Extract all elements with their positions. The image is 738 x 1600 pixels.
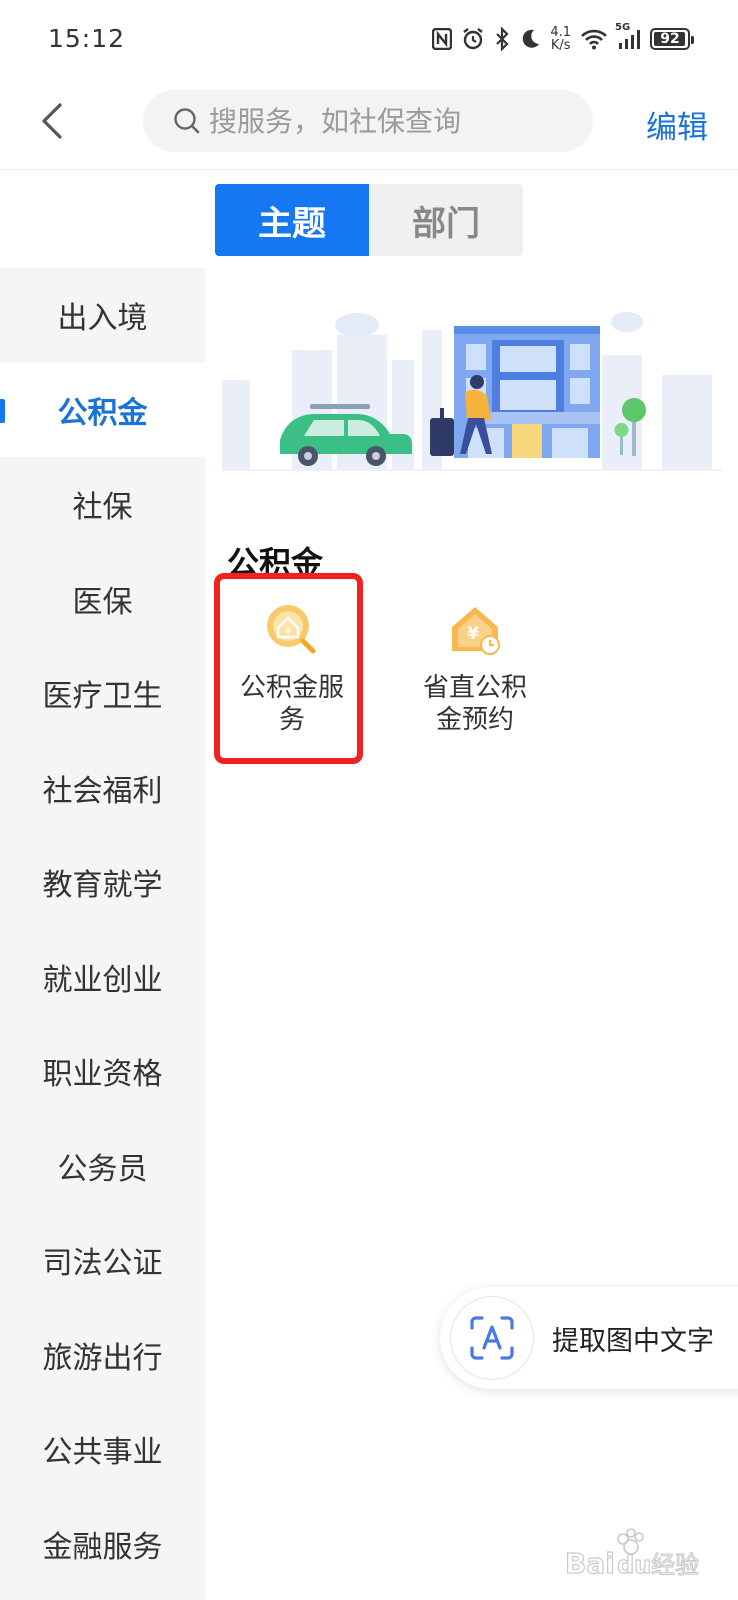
net-speed: 4.1 K/s bbox=[550, 26, 571, 52]
baidu-watermark-logo: Bai du 经验 bbox=[564, 1525, 725, 1585]
sidebar-item-medical-insurance[interactable]: 医保 bbox=[0, 552, 205, 647]
highlight-box bbox=[214, 573, 363, 764]
battery-icon: 92 bbox=[650, 28, 694, 50]
sidebar-item-education[interactable]: 教育就学 bbox=[0, 835, 205, 930]
sidebar-item-social-welfare[interactable]: 社会福利 bbox=[0, 741, 205, 836]
net-speed-unit: K/s bbox=[550, 38, 571, 53]
sidebar: 出入境 公积金 社保 医保 医疗卫生 社会福利 教育就学 就业创业 职业资格 公… bbox=[0, 268, 205, 1600]
wifi-icon bbox=[580, 28, 608, 50]
status-time: 15:12 bbox=[48, 24, 126, 53]
bluetooth-icon bbox=[494, 27, 510, 51]
header: 编辑 bbox=[0, 80, 738, 170]
housing-fund-appointment-icon: ¥ bbox=[445, 600, 505, 660]
sidebar-item-employment[interactable]: 就业创业 bbox=[0, 930, 205, 1025]
svg-text:Bai: Bai bbox=[565, 1547, 615, 1580]
svg-text:du: du bbox=[617, 1551, 651, 1579]
sidebar-item-financial-services[interactable]: 金融服务 bbox=[0, 1497, 205, 1592]
sidebar-item-public-utilities[interactable]: 公共事业 bbox=[0, 1402, 205, 1497]
svg-text:¥: ¥ bbox=[467, 624, 479, 644]
tab-theme[interactable]: 主题 bbox=[215, 184, 369, 256]
status-bar: 15:12 4.1 K/s 5G 92 bbox=[0, 0, 738, 80]
extract-text-button[interactable]: 提取图中文字 bbox=[440, 1287, 738, 1389]
signal-icon: 5G bbox=[615, 22, 641, 50]
tab-department[interactable]: 部门 bbox=[369, 184, 523, 256]
search-input[interactable] bbox=[209, 104, 579, 138]
battery-level: 92 bbox=[660, 31, 680, 47]
service-provincial-fund-appointment[interactable]: ¥ 省直公积金预约 bbox=[405, 600, 545, 736]
sidebar-item-social-security[interactable]: 社保 bbox=[0, 457, 205, 552]
search-box[interactable] bbox=[143, 90, 593, 152]
sidebar-item-healthcare[interactable]: 医疗卫生 bbox=[0, 646, 205, 741]
status-icons: 4.1 K/s 5G 92 bbox=[432, 22, 694, 56]
text-recognition-icon bbox=[450, 1296, 534, 1380]
active-indicator bbox=[0, 398, 5, 423]
svg-text:经验: 经验 bbox=[651, 1551, 699, 1579]
network-type: 5G bbox=[615, 22, 631, 33]
alarm-icon bbox=[461, 27, 485, 51]
search-icon bbox=[173, 107, 201, 135]
extract-text-label: 提取图中文字 bbox=[552, 1325, 714, 1357]
service-label: 省直公积金预约 bbox=[422, 673, 527, 735]
banner-illustration bbox=[222, 300, 722, 490]
sidebar-item-civil-servant[interactable]: 公务员 bbox=[0, 1119, 205, 1214]
category-tabs: 主题 部门 bbox=[215, 184, 523, 256]
edit-button[interactable]: 编辑 bbox=[646, 102, 708, 147]
back-button[interactable] bbox=[30, 98, 74, 144]
moon-icon bbox=[519, 28, 541, 50]
sidebar-item-qualification[interactable]: 职业资格 bbox=[0, 1024, 205, 1119]
sidebar-item-judicial-notary[interactable]: 司法公证 bbox=[0, 1213, 205, 1308]
sidebar-item-exit-entry[interactable]: 出入境 bbox=[0, 268, 205, 363]
chevron-left-icon bbox=[42, 103, 62, 139]
sidebar-item-label: 公积金 bbox=[57, 395, 148, 431]
nfc-icon bbox=[432, 28, 453, 50]
sidebar-item-travel[interactable]: 旅游出行 bbox=[0, 1308, 205, 1403]
sidebar-item-housing-fund[interactable]: 公积金 bbox=[0, 362, 205, 457]
